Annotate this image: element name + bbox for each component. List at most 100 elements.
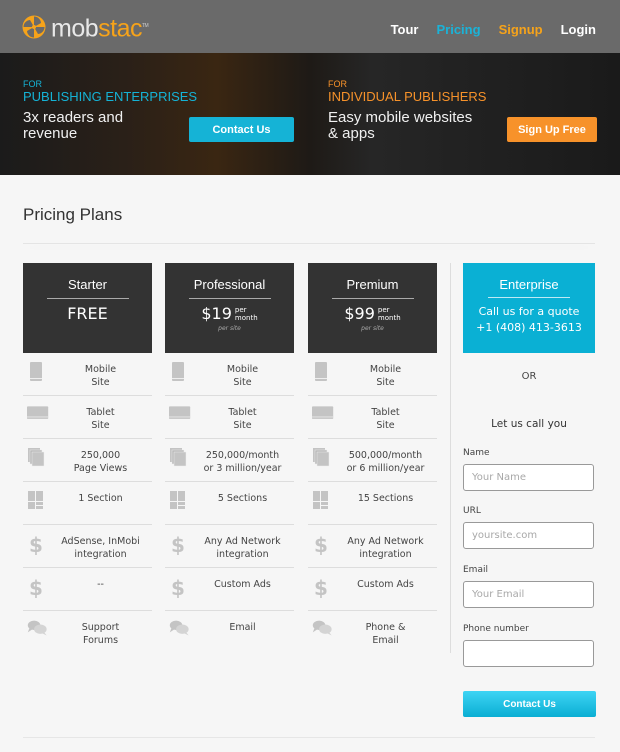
email-input[interactable]	[463, 581, 594, 608]
feature-row: 1 Section	[23, 482, 152, 525]
sections-icon	[312, 490, 334, 512]
pages-icon	[169, 447, 191, 469]
feature-row: Tablet Site	[165, 396, 294, 439]
feature-text: Support Forums	[81, 622, 120, 646]
chat-icon	[312, 619, 334, 641]
feature-row: Tablet Site	[308, 396, 437, 439]
plan-header: Starter FREE	[23, 263, 152, 353]
feature-text: Tablet Site	[371, 407, 400, 431]
mobile-icon	[27, 361, 49, 383]
feature-text: 15 Sections	[357, 493, 414, 504]
tablet-icon	[27, 404, 49, 426]
title-divider	[23, 243, 595, 244]
feature-text: Mobile Site	[226, 364, 259, 388]
mobstac-logo[interactable]: mobstacTM	[22, 14, 149, 41]
plan-starter: Starter FREE Mobile Site Tablet Site 250,0…	[23, 263, 152, 654]
plan-divider	[46, 298, 129, 299]
hero-individual-subtitle: Easy mobile websites & apps	[328, 109, 473, 142]
hero-sign-up-free-button[interactable]: Sign Up Free	[507, 117, 597, 142]
mobile-icon	[169, 361, 191, 383]
plan-period: per month	[377, 305, 401, 322]
svg-text:$: $	[171, 533, 185, 555]
feature-text: Any Ad Network integration	[204, 536, 281, 560]
plan-premium: Premium $99 per month per site Mobile Site …	[308, 263, 437, 654]
plan-price: $19 per month	[201, 304, 258, 323]
plan-header: Professional $19 per month per site	[165, 263, 294, 353]
enterprise-card: Enterprise Call us for a quote +1 (408) …	[463, 263, 595, 353]
name-input[interactable]	[463, 464, 594, 491]
feature-row: Support Forums	[23, 611, 152, 654]
enterprise-phone[interactable]: +1 (408) 413-3613	[463, 320, 595, 336]
tablet-icon	[312, 404, 334, 426]
feature-text: 5 Sections	[217, 493, 268, 504]
sections-icon	[27, 490, 49, 512]
enterprise-name: Enterprise	[499, 277, 559, 292]
svg-text:$: $	[171, 576, 185, 598]
dollar-icon: $	[169, 533, 191, 557]
dollar-icon: $	[169, 576, 191, 600]
url-label: URL	[463, 506, 481, 516]
vertical-divider	[450, 263, 451, 653]
tablet-icon	[169, 404, 191, 426]
email-label: Email	[463, 565, 488, 575]
sections-icon	[169, 490, 191, 512]
feature-text: 250,000/month or 3 million/year	[203, 450, 282, 474]
feature-text: 1 Section	[78, 493, 123, 504]
plan-name: Premium	[346, 277, 399, 292]
feature-row: $ Any Ad Network integration	[308, 525, 437, 568]
contact-us-submit-button[interactable]: Contact Us	[463, 691, 596, 717]
hero-individual-for: FOR	[328, 79, 347, 89]
feature-text: Any Ad Network integration	[347, 536, 424, 560]
chat-icon	[169, 619, 191, 641]
phone-input[interactable]	[463, 640, 594, 667]
svg-text:$: $	[29, 533, 43, 555]
feature-row: 250,000/month or 3 million/year	[165, 439, 294, 482]
feature-row: $ Custom Ads	[308, 568, 437, 611]
nav-pricing[interactable]: Pricing	[436, 22, 480, 37]
nav-login[interactable]: Login	[561, 22, 596, 37]
hero-banner: FOR PUBLISHING ENTERPRISES 3x readers an…	[0, 53, 620, 175]
plan-name: Starter	[67, 277, 107, 292]
plan-price: FREE	[67, 304, 108, 323]
feature-row: Phone & Email	[308, 611, 437, 654]
hero-individual: FOR INDIVIDUAL PUBLISHERS Easy mobile we…	[328, 79, 486, 142]
plan-per-site: per site	[361, 325, 384, 332]
callback-title: Let us call you	[491, 418, 567, 430]
feature-text: Tablet Site	[86, 407, 115, 431]
main-nav: Tour Pricing Signup Login	[391, 22, 596, 37]
svg-text:$: $	[314, 533, 328, 555]
nav-signup[interactable]: Signup	[499, 22, 543, 37]
svg-text:$: $	[29, 576, 43, 598]
feature-row: Mobile Site	[23, 353, 152, 396]
pages-icon	[27, 447, 49, 469]
plan-divider	[331, 298, 414, 299]
feature-row: Tablet Site	[23, 396, 152, 439]
feature-text: Email	[229, 622, 256, 633]
hero-enterprise-subtitle: 3x readers and revenue	[23, 109, 124, 142]
dollar-icon: $	[27, 533, 49, 557]
hero-enterprise-heading: PUBLISHING ENTERPRISES	[23, 89, 198, 104]
hero-enterprise-for: FOR	[23, 79, 42, 89]
feature-row: 250,000 Page Views	[23, 439, 152, 482]
feature-text: Custom Ads	[357, 579, 414, 590]
feature-text: Phone & Email	[365, 622, 406, 646]
feature-row: $ --	[23, 568, 152, 611]
feature-text: 500,000/month or 6 million/year	[346, 450, 425, 474]
feature-row: 15 Sections	[308, 482, 437, 525]
plan-divider	[188, 298, 271, 299]
dollar-icon: $	[312, 533, 334, 557]
plan-header: Premium $99 per month per site	[308, 263, 437, 353]
feature-text: Mobile Site	[369, 364, 402, 388]
top-navigation-bar: mobstacTM Tour Pricing Signup Login	[0, 0, 620, 53]
feature-row: $ Custom Ads	[165, 568, 294, 611]
hero-contact-us-button[interactable]: Contact Us	[189, 117, 294, 142]
nav-tour[interactable]: Tour	[391, 22, 419, 37]
feature-row: $ AdSense, InMobi integration	[23, 525, 152, 568]
dollar-icon: $	[27, 576, 49, 600]
plan-professional: Professional $19 per month per site Mobile…	[165, 263, 294, 654]
mobile-icon	[312, 361, 334, 383]
name-label: Name	[463, 448, 490, 458]
feature-text: --	[97, 579, 104, 590]
bottom-divider	[23, 737, 595, 738]
url-input[interactable]	[463, 522, 594, 549]
